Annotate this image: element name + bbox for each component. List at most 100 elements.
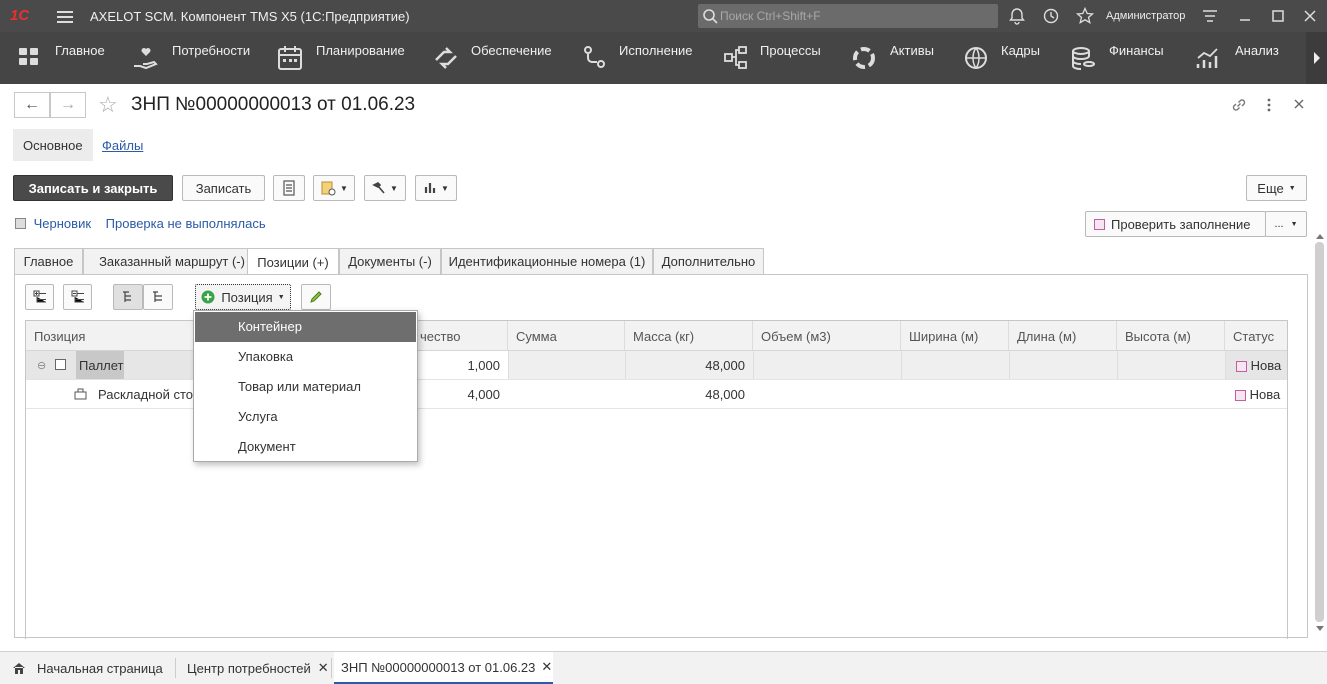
scroll-thumb[interactable] [1315,242,1324,622]
calendar-icon [278,46,302,70]
history-icon[interactable] [1042,7,1060,25]
hierarchy-view-button[interactable] [143,284,173,310]
col-mass[interactable]: Масса (кг) [625,321,753,351]
add-circle-icon [201,290,215,304]
tab-main[interactable]: Главное [14,248,83,274]
minimize-icon[interactable] [1236,7,1254,25]
maximize-icon[interactable] [1269,7,1287,25]
nav-supply[interactable]: Обеспечение [432,32,557,84]
more-vertical-icon[interactable] [1262,96,1276,114]
check-fill-more-button[interactable]: ... ▼ [1265,211,1307,237]
subtab-files[interactable]: Файлы [92,129,153,161]
tree-view-button[interactable] [113,284,143,310]
col-sum[interactable]: Сумма [508,321,625,351]
draft-label[interactable]: Черновик [34,216,91,231]
mass-cell: 48,000 [705,387,745,402]
settings-menu-icon[interactable] [1201,7,1219,25]
nav-hr[interactable]: Кадры [963,32,1053,84]
tab-additional[interactable]: Дополнительно [653,248,764,274]
1c-logo: 1С [10,7,30,24]
close-window-icon[interactable] [1301,7,1319,25]
close-tab-icon[interactable]: ✕ [318,660,329,676]
tab-route[interactable]: Заказанный маршрут (-) [83,248,261,274]
bell-icon[interactable] [1008,7,1026,25]
tab-id-numbers[interactable]: Идентификационные номера (1) [441,248,653,274]
nav-finance[interactable]: Финансы [1070,32,1175,84]
save-and-close-button[interactable]: Записать и закрыть [13,175,173,201]
col-status[interactable]: Статус [1225,321,1287,351]
status-cell: Нова [1225,351,1287,379]
create-based-on-button[interactable]: ▼ [313,175,355,201]
reports-button[interactable]: ▼ [415,175,457,201]
scroll-up-icon[interactable] [1316,234,1324,239]
back-button[interactable]: ← [14,92,50,118]
position-name: Раскладной сто [98,387,194,402]
form-scrollbar[interactable] [1314,234,1325,634]
forward-button[interactable]: → [50,92,86,118]
menu-item-container[interactable]: Контейнер [195,312,416,342]
tab-positions[interactable]: Позиции (+) [247,248,339,275]
mass-cell: 48,000 [625,351,753,379]
more-button[interactable]: Еще ▼ [1246,175,1307,201]
status-row: Черновик Проверка не выполнялась [15,216,266,231]
add-position-button[interactable]: Позиция ▼ [195,284,291,310]
people-globe-icon [965,47,987,69]
expand-tree-icon [33,290,46,303]
nav-execution[interactable]: Исполнение [582,32,702,84]
hammer-icon [372,182,385,194]
draft-checkbox[interactable] [15,218,26,229]
collapse-all-button[interactable] [63,284,92,310]
search-input[interactable] [720,7,990,25]
close-tab-icon[interactable]: ✕ [541,659,552,675]
tools-button[interactable]: ▼ [364,175,406,201]
nav-scroll-right[interactable] [1306,32,1327,84]
status-icon [1235,390,1246,402]
menu-item-package[interactable]: Упаковка [195,342,416,372]
col-length[interactable]: Длина (м) [1009,321,1117,351]
link-icon[interactable] [1230,96,1248,114]
col-position[interactable]: Позиция [26,321,198,351]
tab-documents[interactable]: Документы (-) [339,248,441,274]
home-icon [13,663,25,674]
edit-position-button[interactable] [301,284,331,310]
search-icon [703,9,718,24]
col-width[interactable]: Ширина (м) [901,321,1009,351]
global-search[interactable] [698,4,998,28]
nav-planning[interactable]: Планирование [277,32,407,84]
menu-item-document[interactable]: Документ [195,432,416,462]
nav-assets[interactable]: Активы [851,32,946,84]
position-name: Паллет [76,351,124,379]
nav-analysis[interactable]: Анализ [1195,32,1295,84]
main-menu-icon[interactable] [57,8,73,24]
nav-needs[interactable]: Потребности [132,32,252,84]
col-volume[interactable]: Объем (м3) [753,321,901,351]
close-form-icon[interactable] [1292,97,1306,111]
menu-item-goods[interactable]: Товар или материал [195,372,416,402]
nav-processes[interactable]: Процессы [724,32,834,84]
expand-all-button[interactable] [25,284,54,310]
col-height[interactable]: Высота (м) [1117,321,1225,351]
length-cell [1009,351,1117,379]
favorite-star-icon[interactable]: ☆ [98,92,118,118]
menu-item-service[interactable]: Услуга [195,402,416,432]
collapse-node-icon[interactable]: ⊖ [37,359,46,372]
favorites-star-icon[interactable] [1076,7,1094,25]
volume-cell [753,351,901,379]
collapse-tree-icon [71,290,84,303]
scroll-down-icon[interactable] [1316,626,1324,631]
document-list-button[interactable] [273,175,305,201]
subtab-main[interactable]: Основное [13,129,93,161]
user-name[interactable]: Администратор [1106,10,1185,22]
tab-needs-center[interactable]: Центр потребностей ✕ [187,652,329,684]
status-icon [1236,361,1247,373]
check-status-link[interactable]: Проверка не выполнялась [106,216,266,231]
nav-main[interactable]: Главное [17,32,107,84]
tab-home-page[interactable]: Начальная страница [12,652,163,684]
hand-heart-icon [134,48,158,70]
title-bar: 1С AXELOT SCM. Компонент TMS X5 (1С:Пред… [0,0,1327,32]
check-fill-button[interactable]: Проверить заполнение [1085,211,1266,237]
tab-current-document[interactable]: ЗНП №00000000013 от 01.06.23 ✕ [334,652,553,684]
process-tree-icon [724,46,747,69]
save-button[interactable]: Записать [182,175,265,201]
pencil-icon [310,291,322,303]
